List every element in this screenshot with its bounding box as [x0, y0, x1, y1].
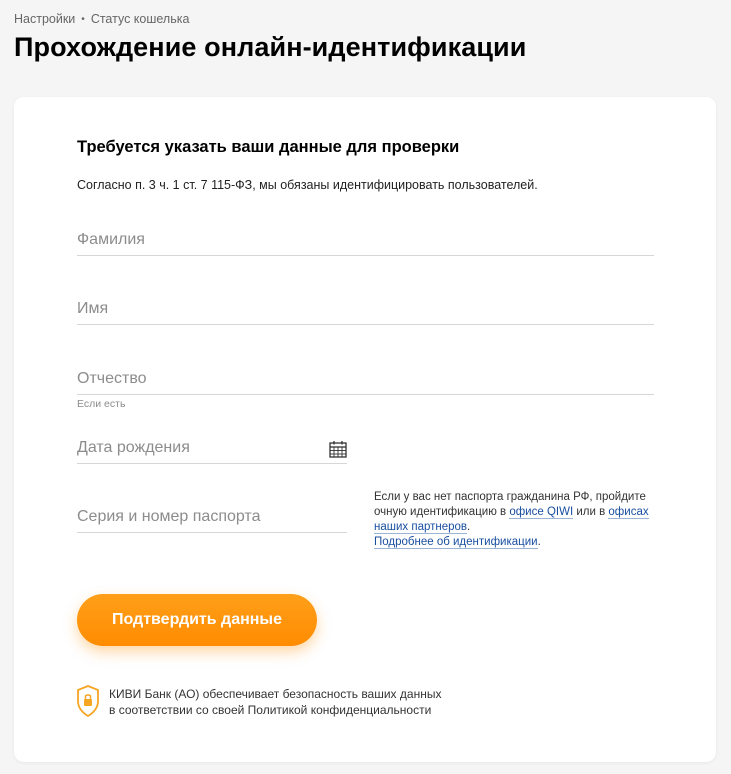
- passport-note-text-4: .: [537, 536, 541, 548]
- surname-field: [77, 225, 654, 256]
- breadcrumb-wallet-status[interactable]: Статус кошелька: [91, 12, 190, 26]
- security-text: КИВИ Банк (АО) обеспечивает безопасность…: [109, 685, 441, 718]
- passport-input[interactable]: [77, 502, 347, 532]
- form-subtitle: Согласно п. 3 ч. 1 ст. 7 115-ФЗ, мы обяз…: [77, 178, 538, 192]
- security-line-1: КИВИ Банк (АО) обеспечивает безопасность…: [109, 687, 442, 701]
- birthdate-field: [77, 433, 347, 464]
- name-field: [77, 294, 654, 325]
- birthdate-input[interactable]: [77, 433, 347, 463]
- shield-lock-icon: [77, 685, 99, 717]
- page-title: Прохождение онлайн-идентификации: [14, 32, 527, 62]
- security-line-2: в соответствии со своей Политикой конфид…: [109, 703, 432, 717]
- passport-note-text-3: .: [467, 521, 471, 533]
- surname-input[interactable]: [77, 225, 654, 255]
- name-input[interactable]: [77, 294, 654, 324]
- security-note: КИВИ Банк (АО) обеспечивает безопасность…: [77, 685, 441, 718]
- passport-note-text-2: или в: [573, 506, 609, 518]
- breadcrumb-separator: •: [81, 13, 85, 25]
- confirm-data-button[interactable]: Подтвердить данные: [77, 594, 317, 646]
- qiwi-office-link[interactable]: офисе QIWI: [509, 506, 574, 519]
- identification-info-link[interactable]: Подробнее об идентификации: [374, 536, 538, 549]
- passport-note: Если у вас нет паспорта гражданина РФ, п…: [374, 490, 654, 550]
- patronymic-input[interactable]: [77, 364, 654, 394]
- calendar-icon[interactable]: [329, 440, 347, 458]
- patronymic-hint: Если есть: [77, 398, 126, 410]
- breadcrumb-settings[interactable]: Настройки: [14, 12, 75, 26]
- form-title: Требуется указать ваши данные для провер…: [77, 138, 460, 156]
- passport-field: [77, 502, 347, 533]
- patronymic-field: [77, 364, 654, 395]
- breadcrumb: Настройки • Статус кошелька: [14, 12, 189, 26]
- identification-card: Требуется указать ваши данные для провер…: [14, 97, 716, 762]
